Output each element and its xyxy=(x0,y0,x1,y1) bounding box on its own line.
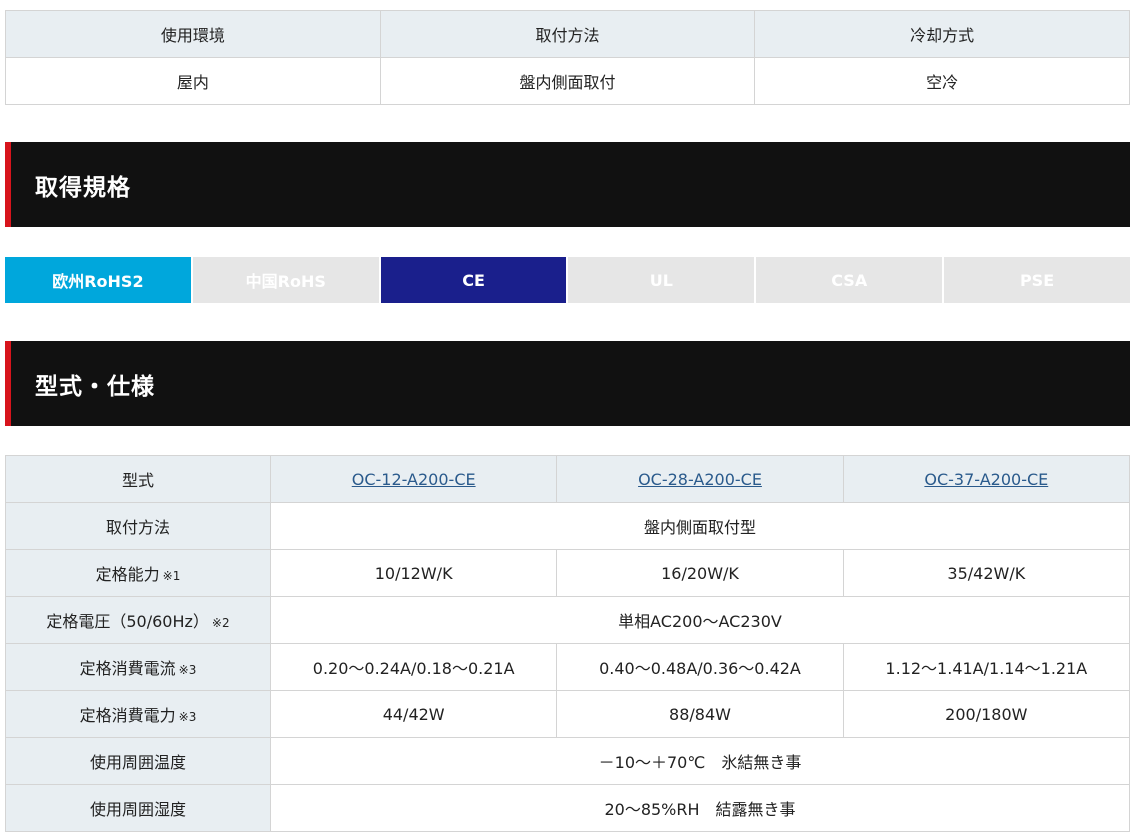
certification-section-header: 取得規格 xyxy=(5,142,1130,227)
spec-value-capacity: 10/12W/K xyxy=(269,549,558,597)
model-link-oc-37[interactable]: OC-37-A200-CE xyxy=(924,470,1048,489)
environment-value-cooling: 空冷 xyxy=(754,57,1130,105)
spec-row-humidity: 使用周囲湿度 20～85%RH 結露無き事 xyxy=(5,784,1130,832)
spec-section-header: 型式・仕様 xyxy=(5,341,1130,426)
spec-model-cell: OC-12-A200-CE xyxy=(269,455,558,503)
cert-ce: CE xyxy=(380,257,569,303)
spec-value-current: 0.20～0.24A/0.18～0.21A xyxy=(269,643,558,691)
spec-value-power: 44/42W xyxy=(269,690,558,738)
spec-label-humidity: 使用周囲湿度 xyxy=(5,784,271,832)
spec-label-power: 定格消費電力 ※3 xyxy=(5,690,271,738)
cert-csa: CSA xyxy=(756,257,945,303)
spec-value-current: 1.12～1.41A/1.14～1.21A xyxy=(842,643,1131,691)
environment-header-mount: 取付方法 xyxy=(379,10,756,58)
spec-value-voltage: 単相AC200～AC230V xyxy=(270,596,1130,644)
spec-label-voltage-text: 定格電圧（50/60Hz） xyxy=(46,612,209,631)
spec-row-mount: 取付方法 盤内側面取付型 xyxy=(5,502,1130,550)
spec-row-current: 定格消費電流 ※3 0.20～0.24A/0.18～0.21A 0.40～0.48… xyxy=(5,643,1131,691)
spec-note-current: ※3 xyxy=(178,663,197,677)
spec-value-humidity: 20～85%RH 結露無き事 xyxy=(270,784,1130,832)
cert-pse: PSE xyxy=(944,257,1130,303)
model-link-oc-12[interactable]: OC-12-A200-CE xyxy=(352,470,476,489)
certification-badges: 欧州RoHS2 中国RoHS CE UL CSA PSE xyxy=(5,257,1130,303)
environment-header-usage: 使用環境 xyxy=(5,10,381,58)
environment-value-row: 屋内 盤内側面取付 空冷 xyxy=(5,57,1130,105)
spec-value-power: 200/180W xyxy=(842,690,1131,738)
cert-china-rohs: 中国RoHS xyxy=(192,257,381,303)
environment-table: 使用環境 取付方法 冷却方式 屋内 盤内側面取付 空冷 xyxy=(5,10,1130,105)
spec-row-model: 型式 OC-12-A200-CE OC-28-A200-CE OC-37-A20… xyxy=(5,455,1131,503)
spec-label-model: 型式 xyxy=(5,455,271,503)
spec-row-temperature: 使用周囲温度 －10～＋70℃ 氷結無き事 xyxy=(5,737,1130,785)
spec-value-mount: 盤内側面取付型 xyxy=(270,502,1130,550)
spec-model-cell: OC-37-A200-CE xyxy=(842,455,1131,503)
spec-value-capacity: 16/20W/K xyxy=(556,549,844,597)
spec-title: 型式・仕様 xyxy=(35,373,155,400)
spec-value-temperature: －10～＋70℃ 氷結無き事 xyxy=(270,737,1130,785)
spec-note-voltage: ※2 xyxy=(211,616,230,630)
spec-value-power: 88/84W xyxy=(556,690,844,738)
spec-label-temperature: 使用周囲温度 xyxy=(5,737,271,785)
spec-row-power: 定格消費電力 ※3 44/42W 88/84W 200/180W xyxy=(5,690,1131,738)
spec-label-current-text: 定格消費電流 xyxy=(79,659,176,678)
cert-eu-rohs2: 欧州RoHS2 xyxy=(5,257,193,303)
environment-value-mount: 盤内側面取付 xyxy=(379,57,756,105)
spec-label-voltage: 定格電圧（50/60Hz） ※2 xyxy=(5,596,271,644)
environment-header-row: 使用環境 取付方法 冷却方式 xyxy=(5,10,1130,58)
model-link-oc-28[interactable]: OC-28-A200-CE xyxy=(638,470,762,489)
spec-row-capacity: 定格能力 ※1 10/12W/K 16/20W/K 35/42W/K xyxy=(5,549,1131,597)
spec-value-capacity: 35/42W/K xyxy=(842,549,1131,597)
spec-label-capacity-text: 定格能力 xyxy=(95,565,160,584)
spec-value-current: 0.40～0.48A/0.36～0.42A xyxy=(556,643,844,691)
spec-label-capacity: 定格能力 ※1 xyxy=(5,549,271,597)
spec-note-power: ※3 xyxy=(178,710,197,724)
certification-title: 取得規格 xyxy=(35,174,131,201)
spec-model-cell: OC-28-A200-CE xyxy=(556,455,844,503)
spec-label-power-text: 定格消費電力 xyxy=(79,706,176,725)
spec-row-voltage: 定格電圧（50/60Hz） ※2 単相AC200～AC230V xyxy=(5,596,1130,644)
spec-note-capacity: ※1 xyxy=(162,569,181,583)
spec-label-current: 定格消費電流 ※3 xyxy=(5,643,271,691)
spec-table: 型式 OC-12-A200-CE OC-28-A200-CE OC-37-A20… xyxy=(5,455,1131,832)
cert-ul: UL xyxy=(568,257,757,303)
environment-value-usage: 屋内 xyxy=(5,57,381,105)
spec-label-mount: 取付方法 xyxy=(5,502,271,550)
environment-header-cooling: 冷却方式 xyxy=(754,10,1130,58)
